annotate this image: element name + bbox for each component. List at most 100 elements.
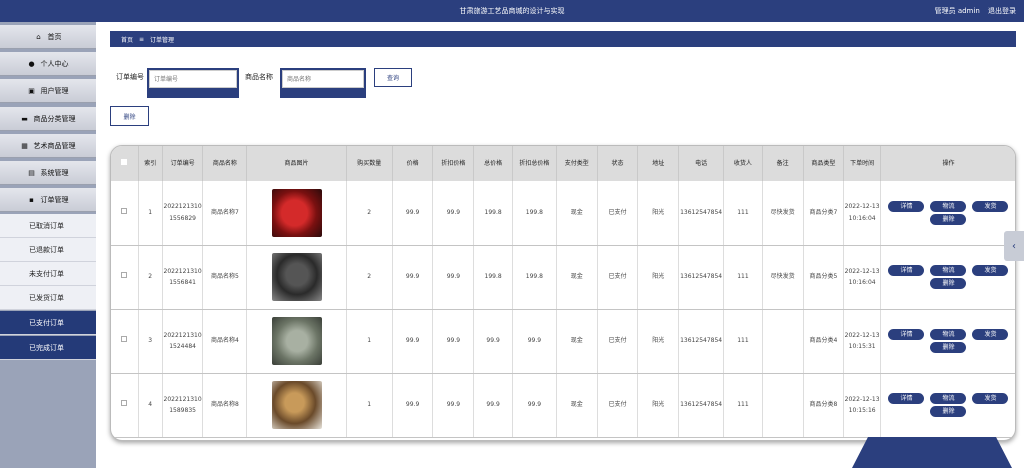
cell-image xyxy=(246,373,347,438)
cell-total: 99.9 xyxy=(473,373,513,438)
detail-button[interactable]: 详情 xyxy=(888,265,925,276)
system-icon: ▤ xyxy=(28,168,35,177)
row-checkbox[interactable] xyxy=(121,208,128,215)
user-area: 管理员 admin 退出登录 xyxy=(929,6,1016,16)
col-header: 支付类型 xyxy=(556,146,598,181)
product-image xyxy=(271,253,322,301)
delete-button[interactable]: 删除 xyxy=(110,106,149,126)
sidebar-item-categories[interactable]: ▬ 商品分类管理 xyxy=(0,107,96,131)
product-image xyxy=(271,188,322,237)
logistics-button[interactable]: 物流 xyxy=(930,393,967,404)
app-title: 甘肃旅游工艺品商城的设计与实现 xyxy=(459,7,565,15)
cell-discount: 99.9 xyxy=(432,309,475,374)
bottom-decoration xyxy=(852,437,1012,468)
table-row: 3 20221213101524484 商品名称4 1 99.9 99.9 99… xyxy=(111,309,1015,374)
row-delete-button[interactable]: 删除 xyxy=(930,342,967,353)
row-delete-button[interactable]: 删除 xyxy=(930,278,967,289)
ship-button[interactable]: 发货 xyxy=(972,393,1009,404)
breadcrumb-current: 订单管理 xyxy=(150,36,175,44)
cell-order-no: 20221213101556829 xyxy=(162,181,204,246)
row-select-cell xyxy=(111,373,139,438)
order-no-label: 订单编号 xyxy=(116,73,144,81)
col-header: 收货人 xyxy=(723,146,763,181)
cell-pay: 现金 xyxy=(556,373,598,438)
cell-time: 2022-12-13 10:15:31 xyxy=(843,309,881,374)
sidebar-item-system[interactable]: ▤ 系统管理 xyxy=(0,161,96,185)
orders-table: 索引 订单编号 商品名称 商品图片 购买数量 价格 折扣价格 总价格 折扣总价格… xyxy=(111,146,1015,438)
cell-address: 阳光 xyxy=(637,181,680,246)
product-name-label: 商品名称 xyxy=(245,73,273,81)
sidebar-subitem-cancelled[interactable]: 已取消订单 xyxy=(0,214,96,238)
row-checkbox[interactable] xyxy=(121,400,128,407)
sidebar-item-users[interactable]: ▣ 用户管理 xyxy=(0,79,96,103)
ship-button[interactable]: 发货 xyxy=(972,265,1009,276)
cell-index: 3 xyxy=(138,309,163,374)
cell-phone: 13612547854 xyxy=(678,309,725,374)
order-no-input[interactable] xyxy=(149,70,237,88)
cell-time: 2022-12-13 10:15:16 xyxy=(843,373,881,438)
row-checkbox[interactable] xyxy=(121,336,128,343)
top-header: 甘肃旅游工艺品商城的设计与实现 管理员 admin 退出登录 xyxy=(0,0,1024,22)
cell-product: 商品名称4 xyxy=(202,309,248,374)
cell-discount: 99.9 xyxy=(432,181,475,246)
cell-pay: 现金 xyxy=(556,309,598,374)
sidebar-item-art-products[interactable]: ▦ 艺术商品管理 xyxy=(0,134,96,158)
detail-button[interactable]: 详情 xyxy=(888,393,925,404)
col-header: 订单编号 xyxy=(162,146,204,181)
order-icon: ▪ xyxy=(29,195,34,204)
logistics-button[interactable]: 物流 xyxy=(930,329,967,340)
col-header: 状态 xyxy=(597,146,639,181)
cell-category: 商品分类7 xyxy=(803,181,845,246)
row-checkbox[interactable] xyxy=(121,272,128,279)
cell-image xyxy=(246,309,347,374)
category-icon: ▬ xyxy=(21,114,28,123)
cell-time: 2022-12-13 10:16:04 xyxy=(843,181,881,246)
sidebar-subitem-refunded[interactable]: 已退款订单 xyxy=(0,238,96,262)
cell-actions: 详情 物流 发货 删除 xyxy=(880,181,1015,246)
cell-address: 阳光 xyxy=(637,245,680,310)
col-header: 商品图片 xyxy=(246,146,347,181)
col-header: 索引 xyxy=(138,146,163,181)
col-header: 总价格 xyxy=(473,146,513,181)
logistics-button[interactable]: 物流 xyxy=(930,200,967,212)
cell-total: 199.8 xyxy=(473,245,513,310)
cell-qty: 2 xyxy=(346,245,393,310)
sidebar-item-home[interactable]: ⌂ 首页 xyxy=(0,25,96,49)
cell-receiver: 111 xyxy=(723,373,763,438)
orders-table-card: 索引 订单编号 商品名称 商品图片 购买数量 价格 折扣价格 总价格 折扣总价格… xyxy=(110,145,1016,441)
breadcrumb-home[interactable]: 首页 xyxy=(121,35,133,44)
sidebar-item-orders[interactable]: ▪ 订单管理 xyxy=(0,188,96,212)
home-icon: ⌂ xyxy=(36,32,41,41)
select-all-header[interactable] xyxy=(111,146,139,181)
ship-button[interactable]: 发货 xyxy=(972,329,1009,340)
row-delete-button[interactable]: 删除 xyxy=(930,213,967,225)
logistics-button[interactable]: 物流 xyxy=(930,265,967,276)
select-all-checkbox[interactable] xyxy=(121,158,128,165)
cell-receiver: 111 xyxy=(723,245,763,310)
product-name-input[interactable] xyxy=(282,70,364,88)
detail-button[interactable]: 详情 xyxy=(888,329,925,340)
sidebar-subitem-shipped[interactable]: 已发货订单 xyxy=(0,286,96,310)
cell-product: 商品名称5 xyxy=(202,245,248,310)
row-select-cell xyxy=(111,309,139,374)
sidebar: ⌂ 首页 ● 个人中心 ▣ 用户管理 ▬ 商品分类管理 ▦ 艺术商品管理 ▤ 系统管理 ▪ 订… xyxy=(0,22,96,468)
sidebar-subitem-unpaid[interactable]: 未支付订单 xyxy=(0,262,96,286)
cell-address: 阳光 xyxy=(637,373,680,438)
logout-link[interactable]: 退出登录 xyxy=(988,7,1016,15)
cell-remark xyxy=(762,309,804,374)
ship-button[interactable]: 发货 xyxy=(972,200,1009,212)
cell-product: 商品名称7 xyxy=(202,181,248,246)
col-header: 购买数量 xyxy=(346,146,393,181)
sidebar-item-profile[interactable]: ● 个人中心 xyxy=(0,52,96,76)
collapse-panel-chevron-left-icon[interactable]: ‹ xyxy=(1004,231,1024,261)
query-button[interactable]: 查询 xyxy=(374,68,412,87)
detail-button[interactable]: 详情 xyxy=(888,200,925,212)
row-select-cell xyxy=(111,245,139,310)
sidebar-subitem-paid[interactable]: 已支付订单 xyxy=(0,311,96,335)
row-delete-button[interactable]: 删除 xyxy=(930,406,967,417)
cell-discount-total: 199.8 xyxy=(512,245,557,310)
cell-category: 商品分类5 xyxy=(803,245,845,310)
sidebar-subitem-completed[interactable]: 已完成订单 xyxy=(0,336,96,360)
cell-actions: 详情 物流 发货 删除 xyxy=(880,245,1015,310)
cell-phone: 13612547854 xyxy=(678,245,725,310)
